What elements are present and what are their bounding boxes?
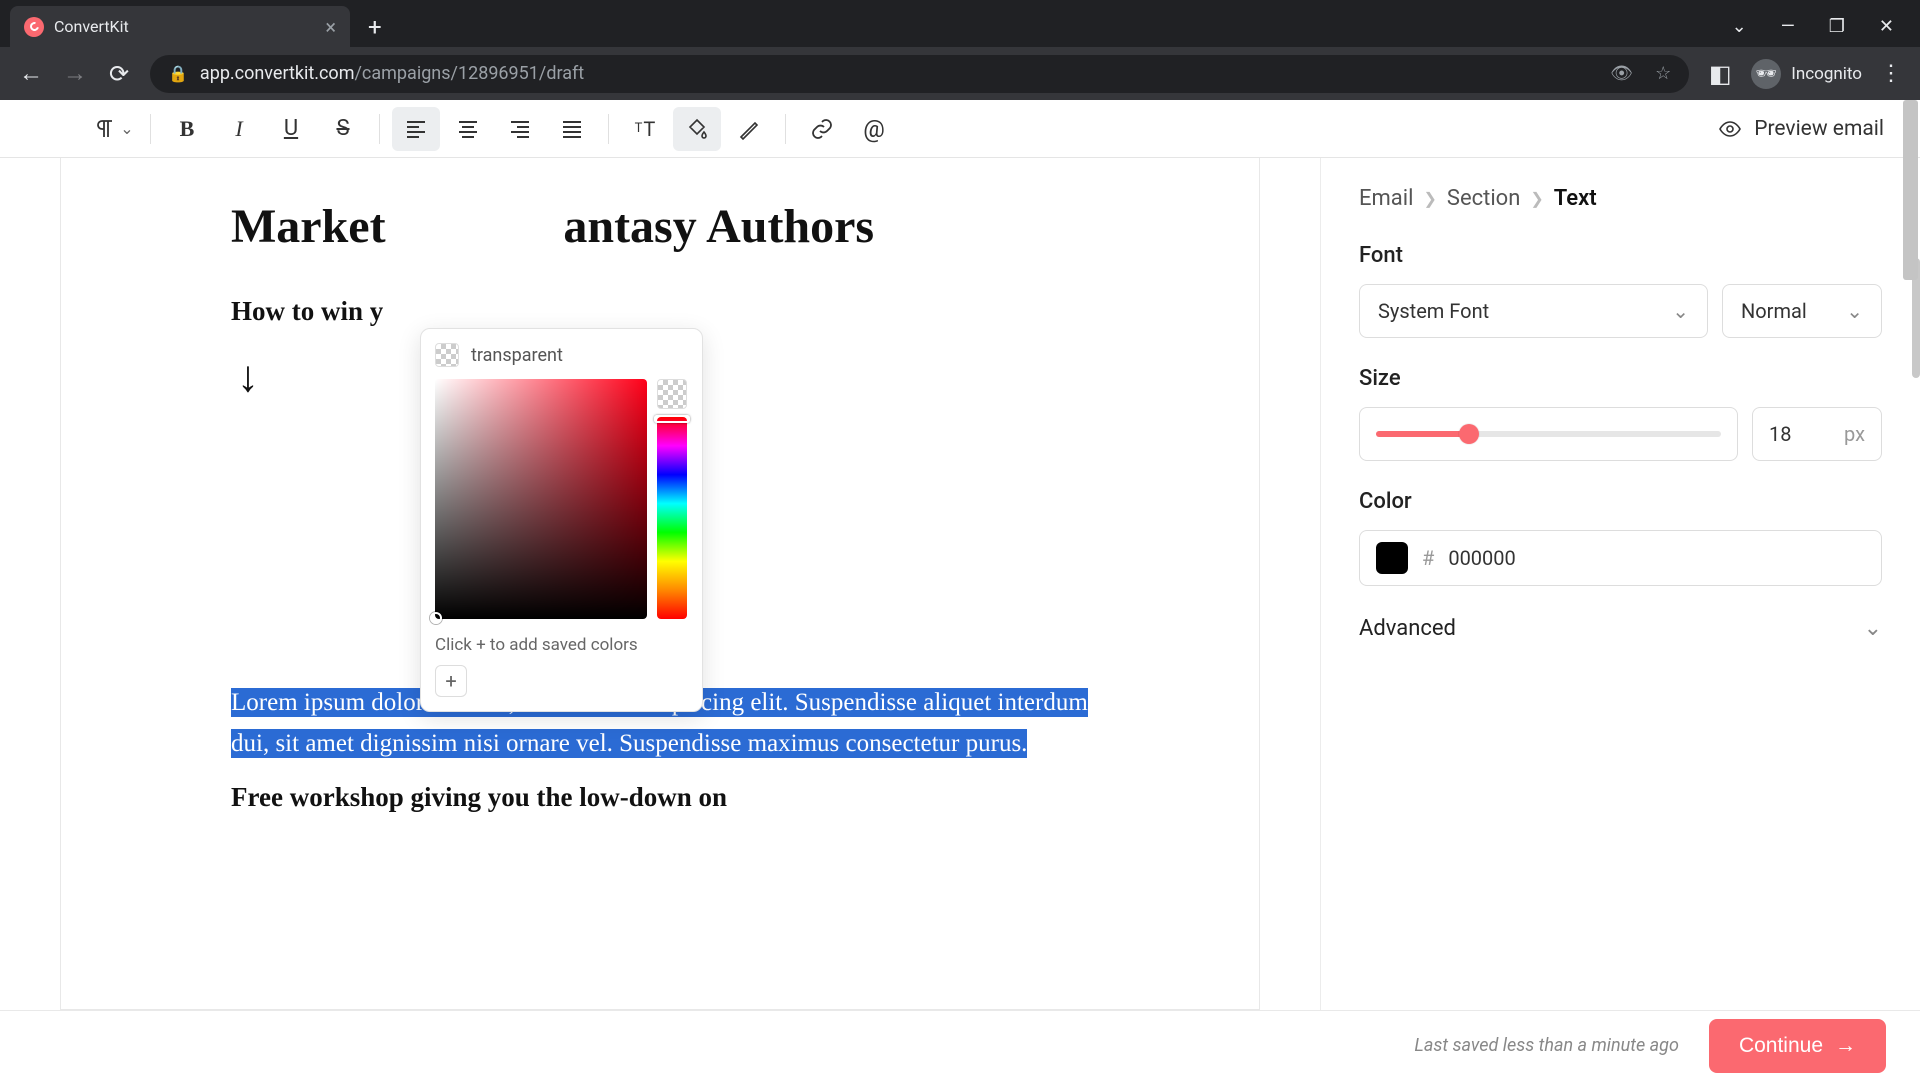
breadcrumb: Email ❯ Section ❯ Text: [1359, 186, 1882, 211]
forward-icon[interactable]: →: [62, 59, 88, 88]
favicon-icon: [24, 17, 44, 37]
main-layout: Marketing for Fantasy Authors How to win…: [0, 158, 1920, 1010]
canvas-wrap: Marketing for Fantasy Authors How to win…: [0, 158, 1320, 1010]
chevron-down-icon: ⌄: [1864, 616, 1882, 641]
browser-tabstrip: ConvertKit × + ⌄ — ❐ ✕: [0, 0, 1920, 47]
heading-right: antasy Authors: [563, 200, 874, 253]
paragraph-style-button[interactable]: ⌄: [90, 107, 138, 151]
editor-toolbar: ⌄ B I U S TT @ Preview email: [0, 100, 1920, 158]
extensions-icon[interactable]: ◧: [1707, 60, 1733, 88]
tab-title: ConvertKit: [54, 17, 129, 36]
color-input[interactable]: # 000000: [1359, 530, 1882, 586]
color-picker-popover: transparent Click + to add saved colors …: [420, 328, 703, 712]
saved-colors-hint: Click + to add saved colors: [435, 635, 688, 655]
app-root: ⌄ B I U S TT @ Preview email Marketing f…: [0, 100, 1920, 1080]
new-tab-button[interactable]: +: [350, 6, 400, 47]
close-tab-icon[interactable]: ×: [325, 15, 336, 39]
breadcrumb-text: Text: [1554, 186, 1597, 211]
incognito-label: Incognito: [1791, 64, 1862, 84]
font-family-select[interactable]: System Font ⌄: [1359, 284, 1708, 338]
sv-cursor[interactable]: [430, 612, 442, 624]
current-color-label: transparent: [471, 345, 563, 366]
lock-icon: 🔒: [168, 64, 188, 83]
align-center-button[interactable]: [444, 107, 492, 151]
continue-button[interactable]: Continue →: [1709, 1019, 1886, 1073]
italic-button[interactable]: I: [215, 107, 263, 151]
eye-icon: [1718, 117, 1742, 141]
maximize-icon[interactable]: ❐: [1829, 16, 1845, 37]
continue-label: Continue: [1739, 1034, 1823, 1058]
font-weight-select[interactable]: Normal ⌄: [1722, 284, 1882, 338]
alpha-swatch[interactable]: [657, 379, 687, 409]
browser-tab[interactable]: ConvertKit ×: [10, 6, 350, 47]
align-right-button[interactable]: [496, 107, 544, 151]
minimize-icon[interactable]: —: [1781, 16, 1795, 37]
size-input[interactable]: 18 px: [1752, 407, 1882, 461]
properties-panel: Email ❯ Section ❯ Text Font System Font …: [1320, 158, 1920, 1010]
breadcrumb-section[interactable]: Section: [1447, 186, 1521, 211]
chevron-down-icon: ⌄: [1846, 299, 1863, 323]
underline-button[interactable]: U: [267, 107, 315, 151]
reload-icon[interactable]: ⟳: [106, 60, 132, 88]
chevron-down-icon[interactable]: ⌄: [1732, 16, 1747, 37]
browser-urlbar-row: ← → ⟳ 🔒 app.convertkit.com/campaigns/128…: [0, 47, 1920, 100]
size-unit: px: [1844, 422, 1865, 446]
size-slider[interactable]: [1359, 407, 1738, 461]
hue-thumb[interactable]: [654, 415, 690, 423]
chevron-right-icon: ❯: [1423, 189, 1436, 208]
align-left-button[interactable]: [392, 107, 440, 151]
align-justify-button[interactable]: [548, 107, 596, 151]
strikethrough-button[interactable]: S: [319, 107, 367, 151]
hue-slider[interactable]: [657, 417, 687, 619]
heading-left: Market: [231, 200, 386, 253]
fill-color-button[interactable]: [673, 107, 721, 151]
star-icon[interactable]: ☆: [1655, 63, 1671, 84]
link-button[interactable]: [798, 107, 846, 151]
breadcrumb-email[interactable]: Email: [1359, 186, 1413, 211]
url-input[interactable]: 🔒 app.convertkit.com/campaigns/12896951/…: [150, 55, 1689, 93]
window-controls: ⌄ — ❐ ✕: [1706, 6, 1920, 47]
incognito-badge: 🕶 Incognito: [1751, 59, 1862, 89]
advanced-toggle[interactable]: Advanced ⌄: [1359, 616, 1882, 641]
chevron-down-icon: ⌄: [1672, 299, 1689, 323]
font-family-value: System Font: [1378, 299, 1489, 323]
email-subheading[interactable]: How to win y: [231, 296, 1089, 327]
size-value: 18: [1769, 422, 1791, 446]
preview-email-button[interactable]: Preview email: [1718, 117, 1902, 141]
close-window-icon[interactable]: ✕: [1879, 16, 1894, 37]
page-scrollbar[interactable]: [1900, 100, 1920, 1080]
current-color-row: transparent: [435, 343, 688, 367]
font-size-button[interactable]: TT: [621, 107, 669, 151]
highlight-button[interactable]: [725, 107, 773, 151]
mention-button[interactable]: @: [850, 107, 898, 151]
kebab-menu-icon[interactable]: ⋮: [1880, 61, 1902, 86]
color-chip[interactable]: [1376, 542, 1408, 574]
footer-bar: Last saved less than a minute ago Contin…: [0, 1010, 1920, 1080]
scroll-thumb[interactable]: [1903, 100, 1918, 280]
url-text: app.convertkit.com/campaigns/12896951/dr…: [200, 63, 584, 84]
color-label: Color: [1359, 489, 1882, 514]
slider-thumb[interactable]: [1459, 424, 1479, 444]
preview-label: Preview email: [1754, 117, 1884, 141]
email-heading[interactable]: Marketing for Fantasy Authors: [231, 198, 1089, 256]
workshop-heading[interactable]: Free workshop giving you the low-down on: [231, 782, 1089, 813]
chevron-right-icon: ❯: [1530, 189, 1543, 208]
eye-off-icon[interactable]: 👁: [1610, 63, 1633, 84]
arrow-right-icon: →: [1835, 1034, 1856, 1058]
hash-symbol: #: [1422, 546, 1434, 570]
back-icon[interactable]: ←: [18, 59, 44, 88]
bold-button[interactable]: B: [163, 107, 211, 151]
advanced-label: Advanced: [1359, 616, 1456, 641]
font-label: Font: [1359, 243, 1882, 268]
last-saved-text: Last saved less than a minute ago: [1414, 1035, 1679, 1056]
transparent-swatch-icon[interactable]: [435, 343, 459, 367]
saturation-value-panel[interactable]: [435, 379, 647, 619]
font-weight-value: Normal: [1741, 299, 1807, 323]
size-label: Size: [1359, 366, 1882, 391]
color-hex-value: 000000: [1448, 546, 1515, 570]
incognito-icon: 🕶: [1751, 59, 1781, 89]
add-saved-color-button[interactable]: +: [435, 665, 467, 697]
